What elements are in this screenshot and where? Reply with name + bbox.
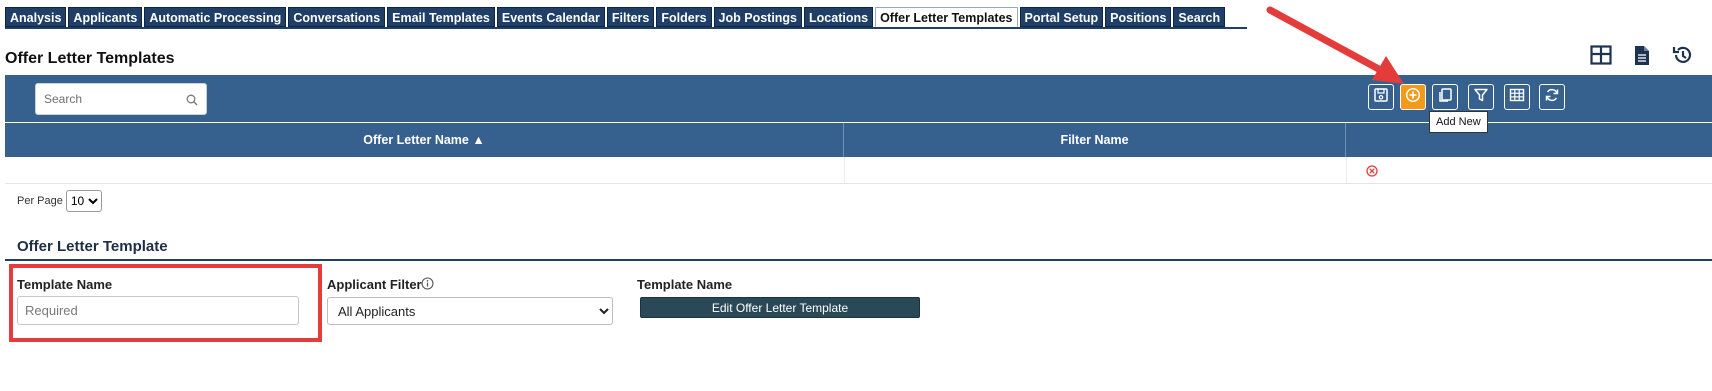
section-divider — [5, 259, 1712, 261]
column-offer-letter-name[interactable]: Offer Letter Name ▲ — [5, 123, 844, 157]
tab-automatic-processing[interactable]: Automatic Processing — [144, 7, 287, 27]
section-title: Offer Letter Template — [17, 238, 168, 255]
search-icon[interactable] — [186, 93, 198, 111]
add-new-button[interactable] — [1400, 84, 1426, 110]
delete-icon[interactable] — [1366, 164, 1378, 182]
edit-offer-letter-template-button[interactable]: Edit Offer Letter Template — [640, 297, 920, 318]
history-icon[interactable] — [1672, 44, 1694, 66]
document-icon[interactable] — [1634, 45, 1650, 66]
tab-locations[interactable]: Locations — [804, 7, 874, 27]
template-name-label-2: Template Name — [637, 277, 733, 292]
tab-positions[interactable]: Positions — [1105, 7, 1172, 27]
tab-offer-letter-templates[interactable]: Offer Letter Templates — [875, 7, 1018, 27]
page-title: Offer Letter Templates — [5, 50, 175, 67]
info-icon[interactable] — [421, 277, 434, 295]
copy-icon — [1437, 87, 1453, 108]
per-page-label: Per Page — [17, 195, 63, 207]
tab-portal-setup[interactable]: Portal Setup — [1019, 7, 1104, 27]
add-new-icon — [1405, 87, 1421, 108]
save-button[interactable] — [1368, 84, 1394, 110]
copy-button[interactable] — [1432, 84, 1458, 110]
tab-folders[interactable]: Folders — [656, 7, 712, 27]
page-actions — [1590, 44, 1694, 66]
grid-icon — [1509, 87, 1525, 108]
grid-settings-button[interactable] — [1504, 84, 1530, 110]
add-new-tooltip: Add New — [1429, 111, 1488, 133]
tab-search[interactable]: Search — [1173, 7, 1226, 27]
cell-divider — [1346, 157, 1347, 183]
per-page: Per Page 10 — [17, 190, 102, 212]
search-input[interactable] — [36, 84, 184, 114]
tab-conversations[interactable]: Conversations — [288, 7, 386, 27]
tab-filters[interactable]: Filters — [606, 7, 655, 27]
column-filter-name[interactable]: Filter Name — [844, 123, 1346, 157]
applicant-filter-select[interactable]: All Applicants — [327, 297, 613, 325]
tab-email-templates[interactable]: Email Templates — [387, 7, 495, 27]
column-actions — [1346, 123, 1712, 157]
applicant-filter-label: Applicant Filter — [327, 277, 422, 292]
tab-analysis[interactable]: Analysis — [5, 7, 67, 27]
refresh-icon — [1544, 87, 1560, 108]
filter-icon — [1473, 87, 1489, 108]
tab-job-postings[interactable]: Job Postings — [713, 7, 803, 27]
search-box — [35, 83, 207, 115]
filter-button[interactable] — [1468, 84, 1494, 110]
table-row — [5, 157, 1712, 184]
tab-events-calendar[interactable]: Events Calendar — [496, 7, 605, 27]
per-page-select[interactable]: 10 — [65, 190, 102, 212]
cell-divider — [844, 157, 845, 183]
highlight-box — [9, 264, 322, 342]
refresh-button[interactable] — [1539, 84, 1565, 110]
main-tabs: Analysis Applicants Automatic Processing… — [5, 7, 1226, 27]
tab-underline — [5, 27, 1247, 29]
save-icon — [1373, 87, 1389, 108]
tab-applicants[interactable]: Applicants — [68, 7, 143, 27]
layout-grid-icon[interactable] — [1590, 45, 1612, 65]
